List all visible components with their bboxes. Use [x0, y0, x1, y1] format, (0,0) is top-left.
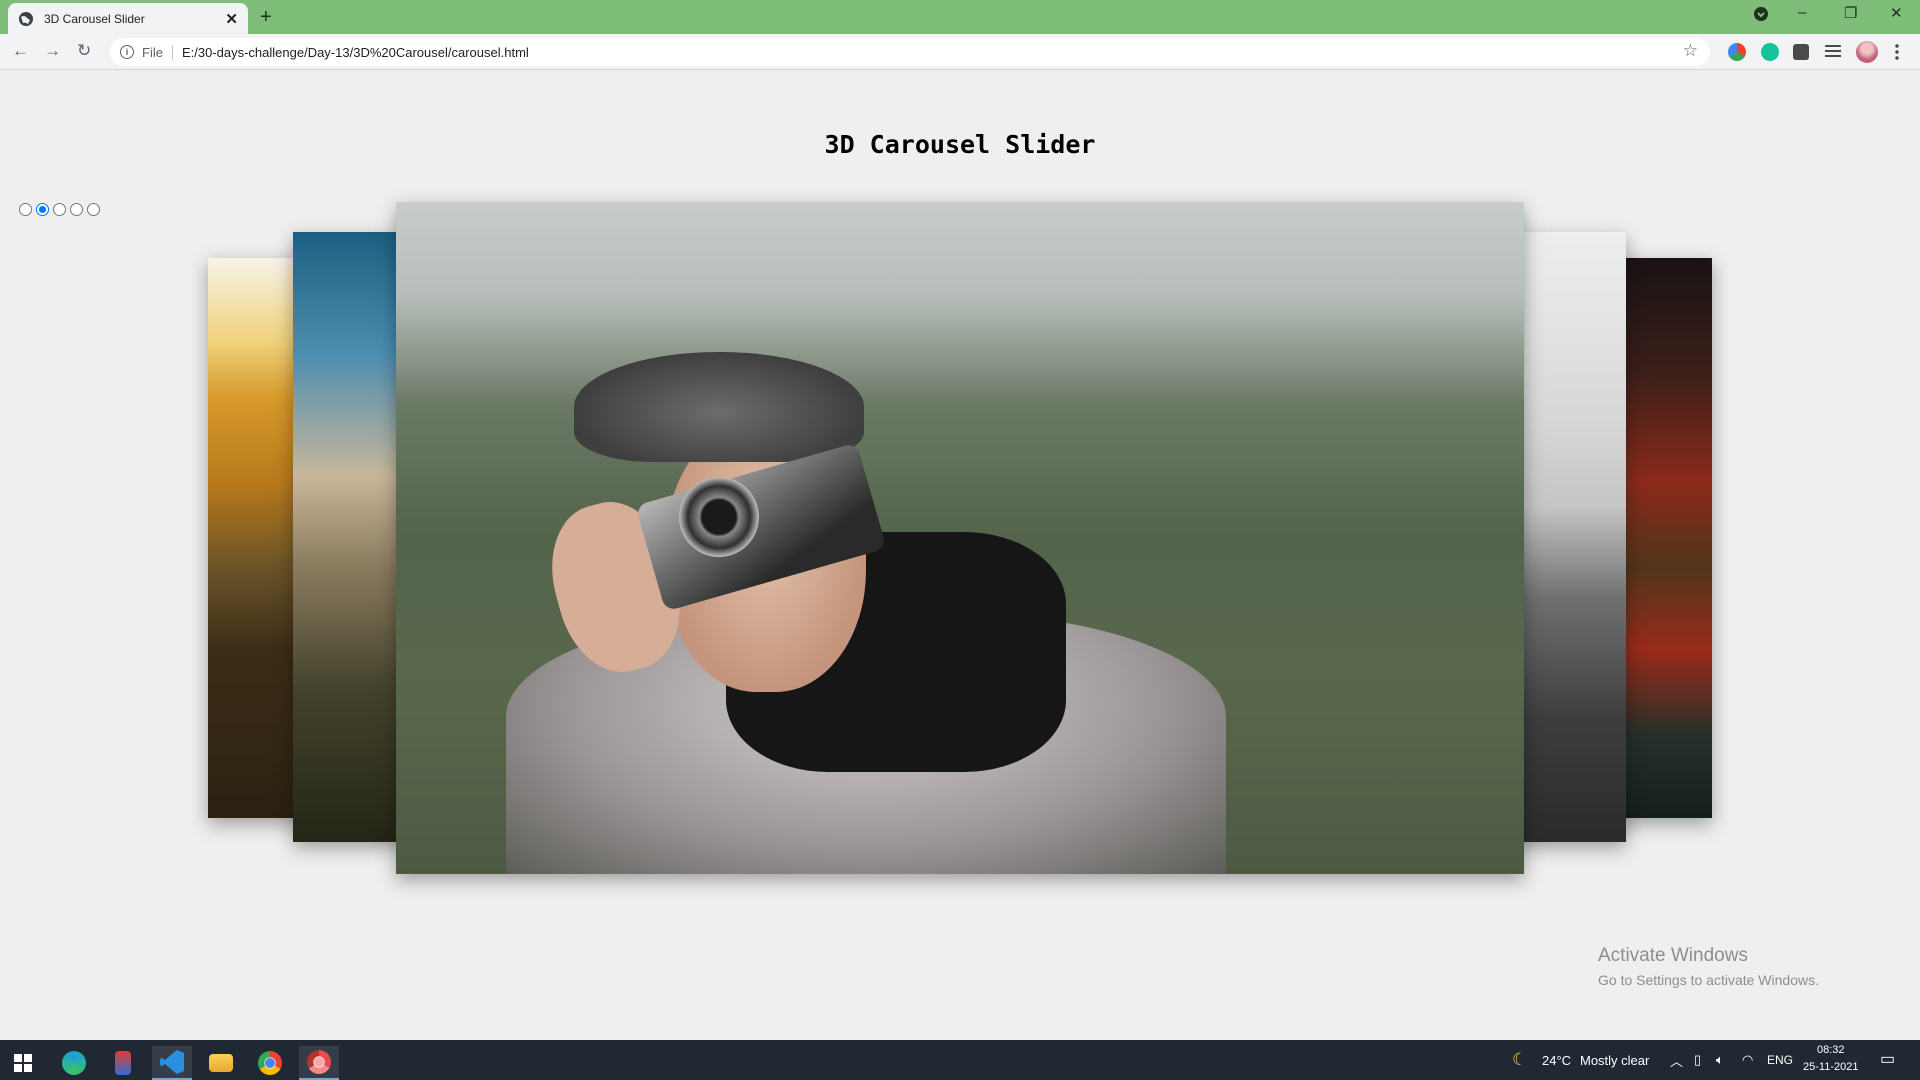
file-explorer-app[interactable] [201, 1046, 241, 1080]
edge-app[interactable] [54, 1046, 94, 1080]
battery-icon[interactable]: ▯ [1694, 1052, 1701, 1068]
chrome-profile-icon [307, 1050, 331, 1074]
clock-date[interactable]: 25-11-2021 [1803, 1061, 1858, 1073]
page-title: 3D Carousel Slider [824, 130, 1096, 159]
chrome-app[interactable] [250, 1046, 290, 1080]
tab-strip: 3D Carousel Slider ✕ + – ❐ ✕ [0, 0, 1920, 34]
photo-camera-lens [679, 477, 759, 557]
chrome-menu-icon[interactable] [1753, 6, 1769, 26]
clock-time[interactable]: 08:32 [1817, 1044, 1845, 1056]
forward-button[interactable]: → [44, 41, 61, 61]
tab-title: 3D Carousel Slider [44, 11, 145, 26]
browser-tab[interactable]: 3D Carousel Slider ✕ [8, 3, 248, 34]
slide-radio-2[interactable] [36, 203, 49, 216]
chevron-up-icon[interactable]: ︿ [1670, 1051, 1683, 1070]
url-text[interactable]: E:/30-days-challenge/Day-13/3D%20Carouse… [182, 45, 529, 60]
activate-windows-watermark: Activate Windows Go to Settings to activ… [1598, 945, 1819, 988]
extensions-puzzle-icon[interactable] [1793, 44, 1809, 60]
address-bar[interactable]: i File E:/30-days-challenge/Day-13/3D%20… [110, 38, 1710, 66]
globe-icon [19, 11, 33, 26]
vscode-icon [160, 1050, 184, 1074]
windows-logo-icon [14, 1054, 32, 1072]
vscode-app[interactable] [152, 1046, 192, 1080]
slide-radio-5[interactable] [87, 203, 100, 216]
chrome-icon [258, 1051, 282, 1075]
windows-taskbar: ☾ 24°C Mostly clear ︿ ▯ 🔈︎ ◠ ENG 08:32 2… [0, 1040, 1920, 1080]
weather-temp[interactable]: 24°C [1542, 1053, 1571, 1068]
carousel-card-active[interactable] [396, 202, 1524, 874]
maximize-button[interactable]: ❐ [1844, 4, 1857, 22]
info-icon[interactable]: i [120, 45, 134, 59]
weather-condition[interactable]: Mostly clear [1580, 1053, 1649, 1068]
slide-radio-4[interactable] [70, 203, 83, 216]
weather-moon-icon[interactable]: ☾ [1512, 1050, 1527, 1070]
volume-icon[interactable]: 🔈︎ [1716, 1052, 1724, 1068]
color-extension-icon[interactable] [1728, 43, 1746, 61]
new-tab-button[interactable]: + [260, 6, 272, 29]
wifi-icon[interactable]: ◠ [1742, 1052, 1753, 1068]
start-button[interactable] [3, 1046, 43, 1080]
reload-button[interactable]: ↻ [77, 41, 91, 61]
back-button[interactable]: ← [12, 41, 29, 61]
app-pinned-2[interactable] [103, 1046, 143, 1080]
minimize-button[interactable]: – [1798, 4, 1806, 21]
grammarly-icon[interactable] [1761, 43, 1779, 61]
watermark-subtitle: Go to Settings to activate Windows. [1598, 972, 1819, 988]
edge-icon [62, 1051, 86, 1075]
bookmark-star-icon[interactable]: ☆ [1683, 41, 1698, 61]
app-icon [115, 1051, 131, 1075]
watermark-title: Activate Windows [1598, 945, 1748, 966]
close-window-button[interactable]: ✕ [1890, 4, 1903, 22]
reading-list-icon[interactable] [1825, 45, 1841, 58]
chrome-profile-app[interactable] [299, 1046, 339, 1080]
kebab-menu-icon[interactable] [1895, 43, 1899, 61]
folder-icon [209, 1054, 233, 1072]
url-scheme: File [142, 44, 173, 60]
browser-toolbar: ← → ↻ i File E:/30-days-challenge/Day-13… [0, 34, 1920, 70]
close-tab-icon[interactable]: ✕ [225, 10, 238, 28]
profile-avatar[interactable] [1856, 41, 1878, 63]
slide-radio-3[interactable] [53, 203, 66, 216]
notifications-icon[interactable]: ▭ [1880, 1049, 1895, 1069]
language-indicator[interactable]: ENG [1767, 1053, 1793, 1067]
slide-radio-1[interactable] [19, 203, 32, 216]
slide-radio-group [19, 203, 100, 216]
photo-hat [574, 352, 864, 462]
